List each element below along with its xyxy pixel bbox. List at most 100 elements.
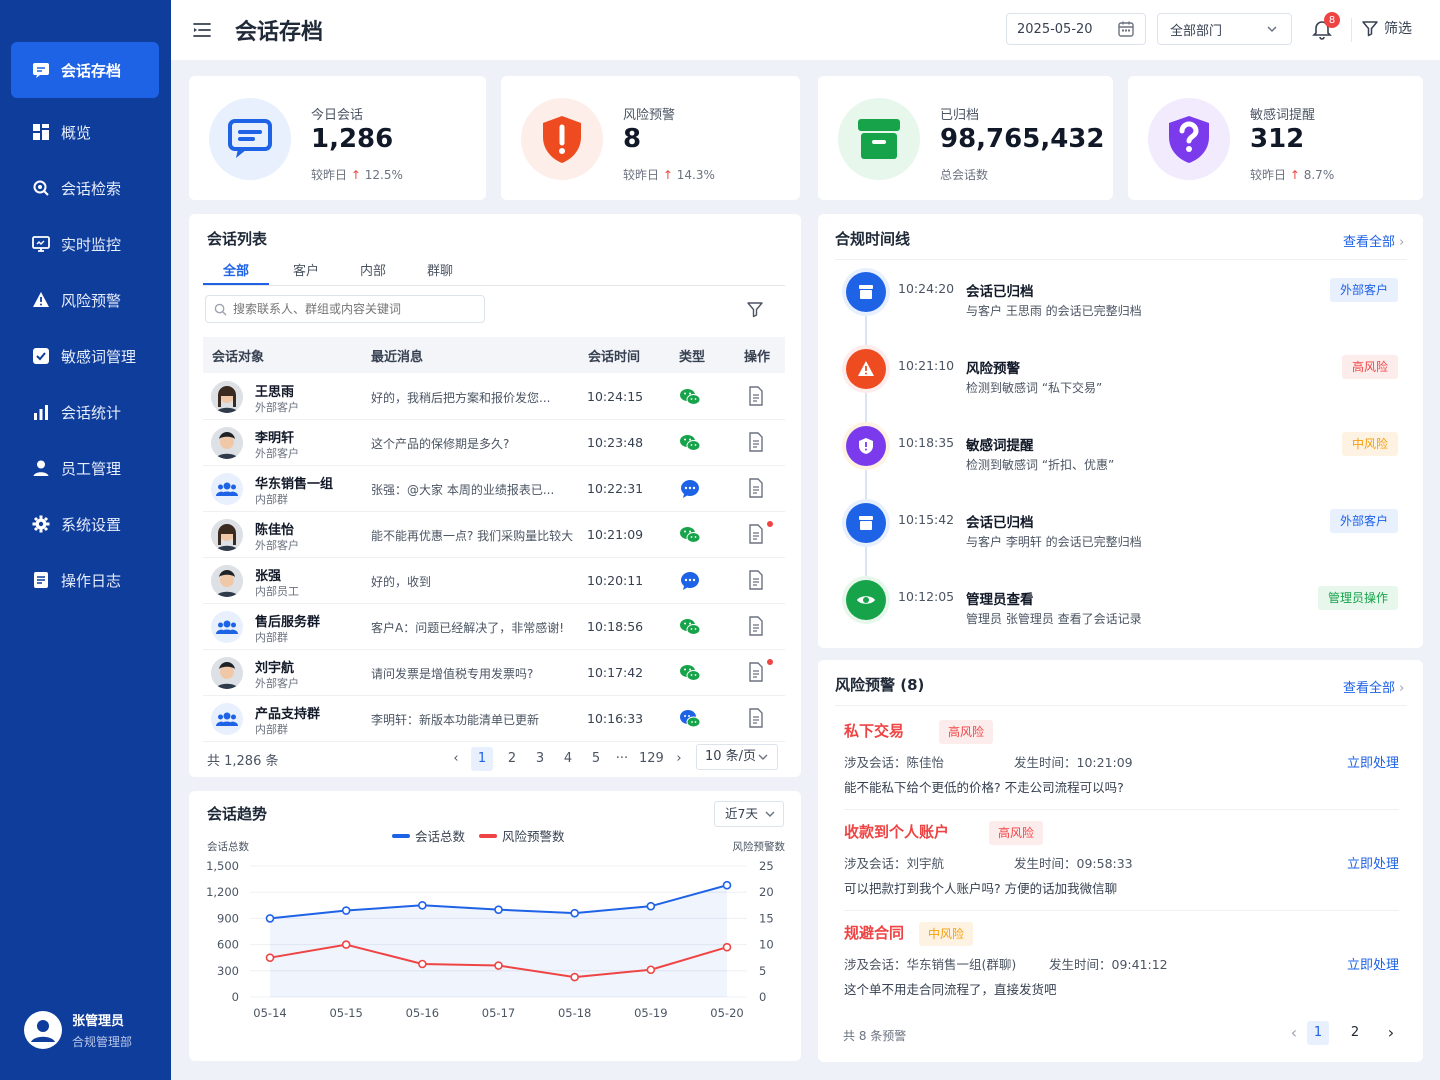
search-icon: [214, 303, 227, 316]
next-page-icon[interactable]: ›: [1380, 1021, 1402, 1045]
document-icon[interactable]: [748, 570, 764, 590]
page-number[interactable]: 2: [501, 747, 523, 771]
document-icon[interactable]: [748, 432, 764, 452]
table-row[interactable]: 刘宇航 外部客户 请问发票是增值税专用发票吗? 10:17:42: [203, 649, 785, 696]
sidebar-item-5[interactable]: 敏感词管理: [11, 328, 159, 384]
stat-sub: 较昨日 ↑ 12.5%: [311, 166, 403, 183]
risk-page-2[interactable]: 2: [1344, 1021, 1366, 1045]
range-select[interactable]: 近7天: [714, 801, 784, 827]
search-input[interactable]: [233, 302, 473, 316]
data-point: [341, 940, 351, 949]
document-icon[interactable]: [748, 386, 764, 406]
page-number[interactable]: 4: [557, 747, 579, 771]
table-row[interactable]: 李明轩 外部客户 这个产品的保修期是多久? 10:23:48: [203, 419, 785, 466]
table-row[interactable]: 产品支持群 内部群 李明轩：新版本功能清单已更新 10:16:33: [203, 695, 785, 742]
page-number[interactable]: 129: [639, 747, 664, 771]
user-avatar-icon: [211, 657, 243, 689]
col-type: 类型: [679, 350, 706, 365]
page-number[interactable]: 3: [529, 747, 551, 771]
sidebar-item-label: 会话统计: [61, 403, 122, 422]
row-sub: 外部客户: [255, 401, 299, 414]
sidebar-item-1[interactable]: 概览: [11, 104, 159, 160]
page-number[interactable]: 5: [585, 747, 607, 771]
col-target: 会话对象: [212, 350, 265, 365]
sidebar-item-6[interactable]: 会话统计: [11, 384, 159, 440]
tab-group[interactable]: 群聊: [427, 260, 453, 279]
timeline-tag: 外部客户: [1329, 509, 1398, 533]
risk-view-all-link[interactable]: 查看全部 ›: [1343, 677, 1404, 696]
timeline-view-all-link[interactable]: 查看全部 ›: [1343, 231, 1404, 250]
sidebar-item-2[interactable]: 会话检索: [11, 160, 159, 216]
page-size-select[interactable]: 10 条/页: [696, 744, 778, 770]
document-icon[interactable]: [748, 524, 764, 544]
user-avatar-icon: [24, 1011, 62, 1049]
tab-all[interactable]: 全部: [223, 260, 249, 279]
sidebar-item-0[interactable]: 会话存档: [11, 42, 159, 98]
sidebar-item-8[interactable]: 系统设置: [11, 496, 159, 552]
prev-page-icon[interactable]: ‹: [1283, 1021, 1305, 1045]
stat-prefix: 较昨日: [1250, 168, 1287, 182]
row-message: 客户A：问题已经解决了，非常感谢!: [371, 621, 565, 635]
risk-level-badge: 高风险: [939, 720, 994, 744]
tab-internal[interactable]: 内部: [360, 260, 386, 279]
sidebar-item-4[interactable]: 风险预警: [11, 272, 159, 328]
table-row[interactable]: 张强 内部员工 好的，收到 10:20:11: [203, 557, 785, 604]
timeline-item[interactable]: 10:15:42 会话已归档 与客户 李明轩 的会话已完整归档 外部客户: [838, 503, 1398, 563]
row-name: 售后服务群: [255, 615, 321, 630]
department-select[interactable]: 全部部门: [1157, 13, 1292, 45]
row-time: 10:24:15: [587, 389, 644, 404]
document-icon[interactable]: [748, 616, 764, 636]
timeline-item[interactable]: 10:21:10 风险预警 检测到敏感词 “私下交易” 高风险: [838, 349, 1398, 409]
check-icon: [31, 346, 51, 366]
sidebar-item-label: 概览: [61, 123, 92, 142]
legend-label: 风险预警数: [502, 829, 565, 844]
wechat-icon: [678, 615, 702, 639]
data-point: [570, 908, 579, 918]
timeline-item[interactable]: 10:18:35 敏感词提醒 检测到敏感词 “折扣、优惠” 中风险: [838, 426, 1398, 486]
data-point: [418, 959, 427, 969]
filter-button[interactable]: 筛选: [1361, 18, 1412, 38]
sidebar-item-9[interactable]: 操作日志: [11, 552, 159, 608]
col-action: 操作: [744, 350, 771, 365]
tab-customer[interactable]: 客户: [293, 260, 319, 279]
table-row[interactable]: 华东销售一组 内部群 张强：@大家 本周的业绩报表已... 10:22:31: [203, 465, 785, 512]
y-tick-right: 10: [759, 938, 774, 952]
row-time: 10:16:33: [587, 711, 644, 726]
table-row[interactable]: 售后服务群 内部群 客户A：问题已经解决了，非常感谢! 10:18:56: [203, 603, 785, 650]
handle-now-link[interactable]: 立即处理: [1347, 853, 1399, 872]
list-filter-icon[interactable]: [746, 300, 764, 318]
page-number[interactable]: 1: [471, 747, 493, 771]
timeline-tag: 高风险: [1341, 355, 1398, 379]
y-tick-left: 0: [232, 990, 239, 1004]
user-profile[interactable]: 张管理员 合规管理部: [24, 1010, 132, 1050]
risk-page-1[interactable]: 1: [1307, 1021, 1329, 1045]
page-number[interactable]: ···: [611, 747, 633, 771]
handle-now-link[interactable]: 立即处理: [1347, 954, 1399, 973]
handle-now-link[interactable]: 立即处理: [1347, 752, 1399, 771]
table-row[interactable]: 王思雨 外部客户 好的，我稍后把方案和报价发您... 10:24:15: [203, 373, 785, 420]
divider: [844, 809, 1399, 810]
document-icon[interactable]: [748, 662, 764, 682]
timeline-item[interactable]: 10:12:05 管理员查看 管理员 张管理员 查看了会话记录 管理员操作: [838, 580, 1398, 640]
sidebar-item-7[interactable]: 员工管理: [11, 440, 159, 496]
menu-toggle-icon[interactable]: [191, 20, 213, 40]
arrow-up-icon: ↑: [1289, 168, 1300, 182]
sidebar-item-3[interactable]: 实时监控: [11, 216, 159, 272]
data-point: [494, 905, 503, 914]
col-message: 最近消息: [371, 350, 424, 365]
next-page-icon[interactable]: ›: [668, 747, 690, 771]
table-row[interactable]: 陈佳怡 外部客户 能不能再优惠一点? 我们采购量比较大 10:21:09: [203, 511, 785, 558]
document-icon[interactable]: [748, 478, 764, 498]
row-sub: 内部员工: [255, 585, 299, 598]
timeline-item[interactable]: 10:24:20 会话已归档 与客户 王思雨 的会话已完整归档 外部客户: [838, 272, 1398, 332]
prev-page-icon[interactable]: ‹: [445, 747, 467, 771]
department-value: 全部部门: [1170, 23, 1223, 39]
timeline-tag: 管理员操作: [1317, 586, 1398, 610]
series-line-1: [269, 943, 728, 979]
data-point: [646, 965, 656, 975]
sidebar-item-label: 员工管理: [61, 459, 122, 478]
date-picker[interactable]: 2025-05-20: [1006, 13, 1146, 45]
sidebar-item-label: 操作日志: [61, 571, 122, 590]
document-icon[interactable]: [748, 708, 764, 728]
search-box: [205, 295, 485, 323]
